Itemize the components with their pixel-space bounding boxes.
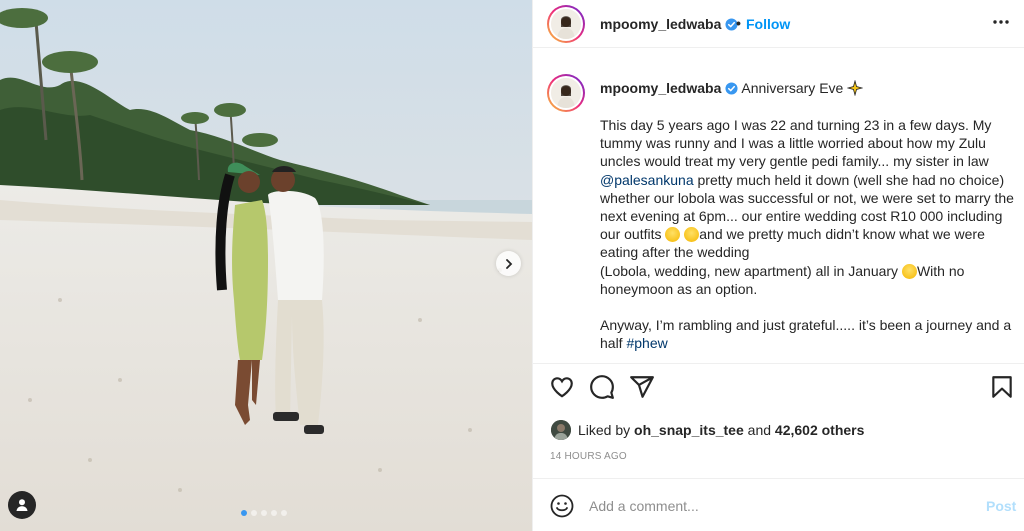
liked-and: and: [747, 422, 772, 438]
bookmark-icon[interactable]: [989, 374, 1015, 400]
header-username-row: mpoomy_ledwaba: [600, 16, 738, 32]
caption-section: mpoomy_ledwaba Anniversary Eve This day …: [533, 48, 1024, 364]
header-username[interactable]: mpoomy_ledwaba: [600, 16, 721, 32]
smiley-icon[interactable]: [550, 494, 574, 518]
action-bar: [533, 374, 1024, 404]
likes-count[interactable]: 42,602 others: [775, 422, 865, 438]
liked-prefix: Liked by: [578, 422, 631, 438]
comment-bar: Add a comment... Post: [533, 478, 1024, 531]
header-separator: •: [736, 15, 741, 31]
caption-text: This day 5 years ago I was 22 and turnin…: [600, 116, 1015, 353]
caption-avatar[interactable]: [547, 74, 585, 112]
post-comment-button[interactable]: Post: [986, 498, 1016, 514]
caption-title: Anniversary Eve: [741, 80, 844, 96]
next-photo-button[interactable]: [496, 251, 521, 276]
comment-input[interactable]: Add a comment...: [589, 498, 699, 514]
post-timestamp[interactable]: 14 HOURS AGO: [550, 451, 627, 462]
avatar[interactable]: [547, 5, 585, 43]
laughing-emoji-icon: [665, 227, 681, 243]
carousel-dot: [271, 510, 277, 516]
grinning-emoji-icon: [684, 227, 700, 243]
post-header: mpoomy_ledwaba • Follow: [533, 0, 1024, 48]
paper-plane-icon[interactable]: [629, 374, 655, 400]
verified-badge-icon: [725, 82, 738, 95]
liked-by-user[interactable]: oh_snap_its_tee: [634, 422, 744, 438]
post-photo[interactable]: [0, 0, 532, 531]
post-side-panel: mpoomy_ledwaba • Follow mpoomy_ledwaba A…: [532, 0, 1024, 531]
more-options-icon[interactable]: [991, 12, 1011, 36]
beach-photo: [0, 0, 532, 531]
chevron-right-icon: [505, 258, 512, 269]
carousel-dot: [241, 510, 247, 516]
hashtag-link[interactable]: #phew: [626, 335, 667, 351]
user-tag-icon: [16, 499, 28, 511]
follow-button[interactable]: Follow: [746, 16, 790, 32]
comment-bubble-icon[interactable]: [589, 374, 615, 400]
mention-link[interactable]: @palesankuna: [600, 172, 694, 188]
heart-icon[interactable]: [549, 374, 575, 400]
carousel-dot: [251, 510, 257, 516]
carousel-indicator: [241, 510, 287, 516]
carousel-dot: [281, 510, 287, 516]
likes-summary: Liked by oh_snap_its_tee and 42,602 othe…: [551, 420, 864, 440]
speechless-emoji-icon: [901, 263, 917, 279]
tagged-users-button[interactable]: [8, 491, 36, 519]
carousel-dot: [261, 510, 267, 516]
caption-header: mpoomy_ledwaba Anniversary Eve: [600, 79, 864, 97]
liker-avatar[interactable]: [551, 420, 571, 440]
caption-text-part: This day 5 years ago I was 22 and turnin…: [600, 117, 992, 170]
caption-username[interactable]: mpoomy_ledwaba: [600, 80, 721, 96]
sparkle-emoji-icon: [846, 79, 864, 97]
